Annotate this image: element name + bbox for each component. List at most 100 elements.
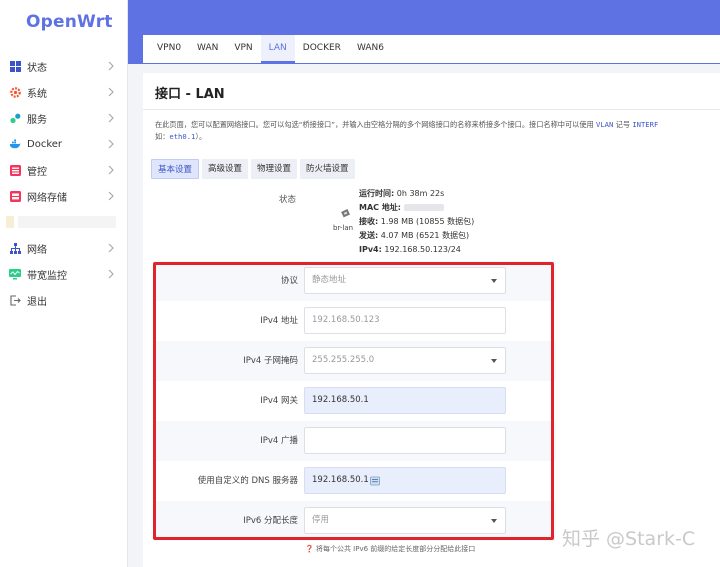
sidebar-item-label: 网络 — [27, 244, 47, 256]
chevron-right-icon — [108, 165, 114, 175]
redacted-block — [6, 216, 14, 228]
ipv6-length-select[interactable]: 停用 — [304, 507, 506, 534]
netmask-value: 255.255.255.0 — [312, 355, 375, 365]
desc-text-tail: 记号 — [615, 120, 631, 129]
netmask-select[interactable]: 255.255.255.0 — [304, 347, 506, 374]
sidebar-item-status[interactable]: 状态 — [0, 53, 128, 79]
rx-label: 接收: — [359, 217, 379, 226]
form-row-ipv6-length: IPv6 分配长度 停用 — [154, 501, 556, 541]
redacted-bar — [18, 216, 116, 228]
sidebar-item-bandwidth[interactable]: 带宽监控 — [0, 261, 128, 287]
broadcast-label: IPv4 广播 — [260, 436, 298, 446]
sidebar-item-label: 状态 — [27, 62, 47, 74]
chevron-right-icon — [108, 87, 114, 97]
subtab-firewall[interactable]: 防火墙设置 — [300, 159, 355, 179]
ipv4-label: IPv4: — [359, 245, 382, 254]
sidebar-item-docker[interactable]: Docker — [0, 131, 128, 157]
brand-logo[interactable]: OpenWrt — [26, 12, 113, 32]
chevron-right-icon — [108, 139, 114, 149]
network-device-icon — [341, 209, 350, 218]
form-row-gateway: IPv4 网关 192.168.50.1 — [154, 381, 556, 421]
watermark-text: 知乎 @Stark-C — [562, 528, 696, 550]
chevron-right-icon — [108, 191, 114, 201]
ipv6-hint-text: 将每个公共 IPv6 前缀的给定长度部分分配给此接口 — [315, 545, 476, 553]
sidebar-item-label: 网络存储 — [27, 192, 67, 204]
desc-vlan: VLAN — [596, 120, 614, 129]
ipv6-length-label: IPv6 分配长度 — [243, 516, 298, 526]
gateway-input[interactable]: 192.168.50.1 — [304, 387, 506, 414]
chevron-right-icon — [108, 113, 114, 123]
sidebar-nav: 状态 系统 服务 Docker 管控 网络存储 网络 带宽监控 退出 — [0, 53, 128, 313]
subtab-advanced[interactable]: 高级设置 — [202, 159, 249, 179]
gear-icon — [9, 86, 21, 98]
form-row-netmask: IPv4 子网掩码 255.255.255.0 — [154, 341, 556, 381]
tab-lan[interactable]: LAN — [260, 35, 295, 63]
uptime-label: 运行时间: — [359, 189, 395, 198]
storage-icon — [9, 190, 21, 202]
sidebar-item-network[interactable]: 网络 — [0, 235, 128, 261]
device-name: br-lan — [333, 224, 354, 232]
broadcast-input[interactable] — [304, 427, 506, 454]
sidebar-item-control[interactable]: 管控 — [0, 157, 128, 183]
form-row-dns: 使用自定义的 DNS 服务器 192.168.50.1 — [154, 461, 556, 501]
grid-icon — [9, 60, 21, 72]
ipv4-address-label: IPv4 地址 — [260, 316, 298, 326]
desc-eth: eth0.1 — [169, 132, 196, 141]
form-row-protocol: 协议 静态地址 — [154, 261, 556, 301]
desc-text-3: ）。 — [195, 132, 207, 141]
sidebar-item-system[interactable]: 系统 — [0, 79, 128, 105]
settings-subtabs: 基本设置 高级设置 物理设置 防火墙设置 — [151, 159, 358, 179]
ipv4-address-input[interactable]: 192.168.50.123 — [304, 307, 506, 334]
protocol-label: 协议 — [280, 276, 298, 286]
ipv6-length-value: 停用 — [312, 515, 330, 525]
tab-wan[interactable]: WAN — [189, 35, 226, 63]
subtab-physical[interactable]: 物理设置 — [251, 159, 298, 179]
uptime-value: 0h 38m 22s — [396, 189, 445, 198]
interface-tabs: VPN0 WAN VPN LAN DOCKER WAN6 — [143, 35, 720, 63]
status-label: 状态 — [279, 195, 297, 205]
title-divider — [143, 109, 720, 110]
logout-icon — [9, 294, 21, 306]
sidebar-item-label: 服务 — [27, 114, 47, 126]
desc-interf: INTERF — [632, 120, 659, 129]
dns-input[interactable]: 192.168.50.1 — [304, 467, 506, 494]
page-title: 接口 - LAN — [155, 87, 225, 102]
desc-text: 在此页面，您可以配置网络接口。您可以勾选“桥接接口”，并输入由空格分隔的多个网络… — [155, 120, 594, 129]
chevron-right-icon — [108, 61, 114, 71]
sidebar-item-label: Docker — [27, 138, 63, 150]
ipv6-hint: ❓ 将每个公共 IPv6 前缀的给定长度部分分配给此接口 — [305, 544, 475, 554]
control-icon — [9, 164, 21, 176]
tab-vpn[interactable]: VPN — [226, 35, 260, 63]
chevron-right-icon — [108, 269, 114, 279]
network-icon — [9, 242, 21, 254]
sidebar-item-services[interactable]: 服务 — [0, 105, 128, 131]
caret-down-icon — [491, 519, 497, 523]
page-description: 在此页面，您可以配置网络接口。您可以勾选“桥接接口”，并输入由空格分隔的多个网络… — [155, 119, 720, 143]
sidebar-item-logout[interactable]: 退出 — [0, 287, 128, 313]
mac-redacted — [403, 204, 444, 211]
monitor-icon — [9, 268, 21, 280]
ipv4-value: 192.168.50.123/24 — [384, 245, 461, 254]
sidebar-item-redacted[interactable] — [0, 209, 128, 235]
help-icon: ❓ — [305, 545, 314, 553]
gateway-value: 192.168.50.1 — [312, 395, 369, 405]
dns-add-icon[interactable] — [370, 476, 380, 486]
dns-label: 使用自定义的 DNS 服务器 — [197, 476, 298, 486]
netmask-label: IPv4 子网掩码 — [243, 356, 298, 366]
tab-wan6[interactable]: WAN6 — [349, 35, 392, 63]
sidebar-item-nas[interactable]: 网络存储 — [0, 183, 128, 209]
main-panel: 接口 - LAN 在此页面，您可以配置网络接口。您可以勾选“桥接接口”，并输入由… — [143, 73, 720, 567]
subtab-basic[interactable]: 基本设置 — [151, 159, 200, 179]
tab-vpn0[interactable]: VPN0 — [149, 35, 189, 63]
desc-text-2: 如： — [155, 132, 170, 141]
sidebar-item-label: 退出 — [27, 296, 47, 308]
status-details: 运行时间: 0h 38m 22s MAC 地址: 接收: 1.98 MB (10… — [359, 187, 474, 257]
tx-value: 4.07 MB (6521 数据包) — [380, 231, 470, 240]
dns-value: 192.168.50.1 — [312, 475, 369, 485]
protocol-select[interactable]: 静态地址 — [304, 267, 506, 294]
caret-down-icon — [491, 279, 497, 283]
chevron-right-icon — [108, 243, 114, 253]
tab-docker[interactable]: DOCKER — [295, 35, 349, 63]
ipv4-address-value: 192.168.50.123 — [312, 315, 380, 325]
caret-down-icon — [491, 359, 497, 363]
